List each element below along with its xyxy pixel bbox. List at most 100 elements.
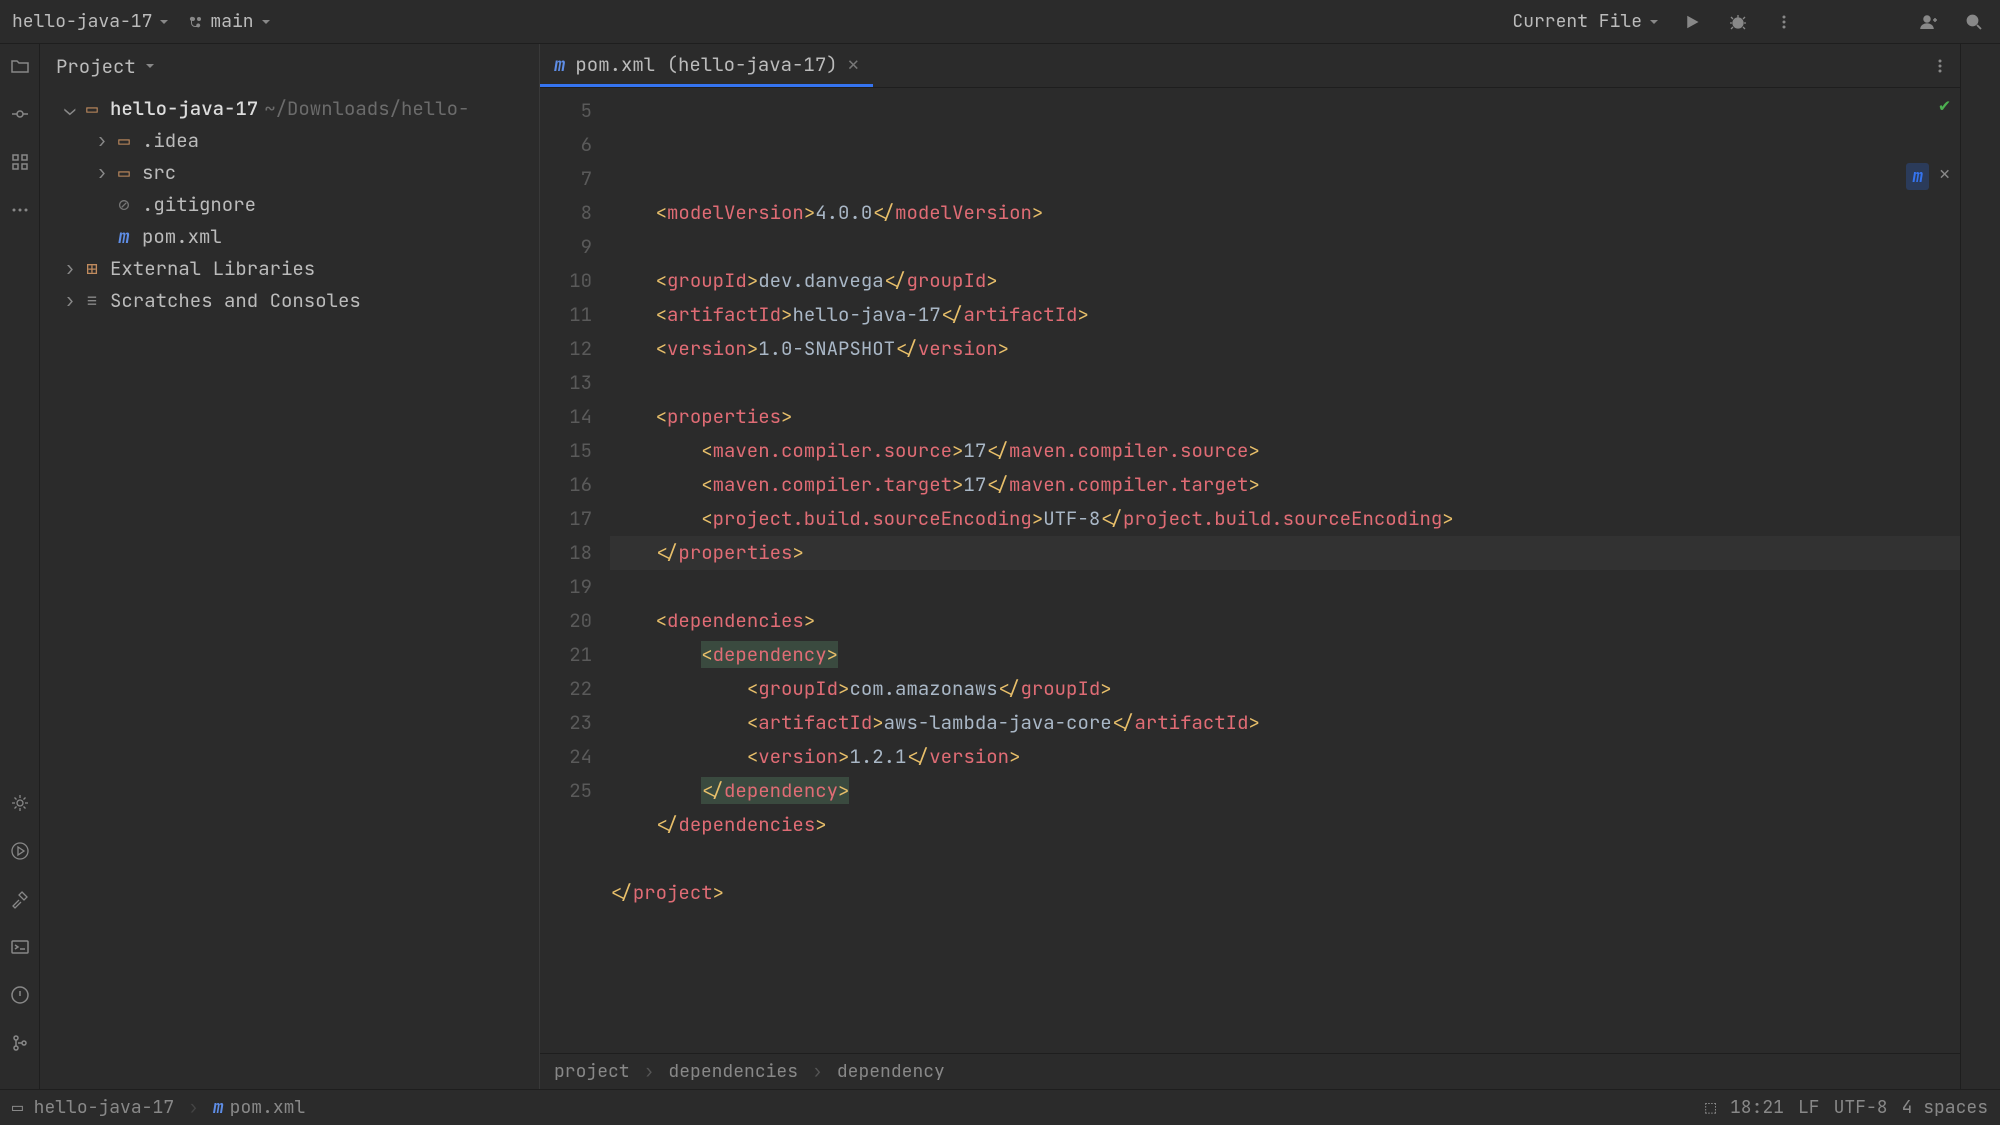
caret-down-icon[interactable]: ⌄ bbox=[60, 96, 80, 121]
warning-icon bbox=[10, 985, 30, 1005]
maven-file-icon: m bbox=[112, 224, 136, 249]
editor-tab-bar: m pom.xml (hello-java-17) ✕ bbox=[540, 44, 1960, 88]
tree-item-label: src bbox=[142, 160, 176, 185]
breadcrumb-item[interactable]: dependencies bbox=[668, 1060, 798, 1083]
chevron-right-icon: › bbox=[188, 1096, 199, 1119]
right-tool-rail bbox=[1960, 44, 2000, 1089]
git-branch-dropdown[interactable]: main bbox=[188, 10, 271, 33]
tree-root-path: ~/Downloads/hello- bbox=[264, 96, 469, 121]
ignore-file-icon: ⊘ bbox=[112, 192, 136, 217]
tree-item-label: External Libraries bbox=[110, 256, 315, 281]
search-icon bbox=[1965, 13, 1983, 31]
project-name-label: hello-java-17 bbox=[12, 10, 152, 33]
branch-name-label: main bbox=[210, 10, 253, 33]
ellipsis-icon bbox=[11, 201, 29, 219]
branch-icon bbox=[188, 14, 204, 30]
search-everywhere-button[interactable] bbox=[1960, 8, 1988, 36]
tree-item-label: .idea bbox=[142, 128, 199, 153]
breadcrumb-item[interactable]: project bbox=[554, 1060, 630, 1083]
project-panel-header[interactable]: Project bbox=[40, 44, 539, 88]
tree-external-libs[interactable]: › ⊞ External Libraries bbox=[40, 252, 539, 284]
tree-file-pom[interactable]: m pom.xml bbox=[40, 220, 539, 252]
status-project-label[interactable]: ▭ hello-java-17 bbox=[12, 1096, 174, 1119]
terminal-icon bbox=[10, 937, 30, 957]
chevron-down-icon bbox=[1648, 16, 1660, 28]
folder-icon: ▭ bbox=[112, 128, 136, 153]
caret-right-icon[interactable]: › bbox=[60, 256, 80, 281]
more-tool-button[interactable] bbox=[8, 198, 32, 222]
project-tool-button[interactable] bbox=[8, 54, 32, 78]
problems-tool-button[interactable] bbox=[8, 983, 32, 1007]
git-icon bbox=[10, 1033, 30, 1053]
chevron-down-icon bbox=[158, 16, 170, 28]
more-actions-button[interactable] bbox=[1770, 8, 1798, 36]
chevron-down-icon bbox=[260, 16, 272, 28]
run-button[interactable] bbox=[1678, 8, 1706, 36]
indent-setting[interactable]: 4 spaces bbox=[1902, 1096, 1988, 1119]
project-panel-title: Project bbox=[56, 54, 136, 79]
chevron-down-icon bbox=[144, 60, 156, 72]
file-encoding[interactable]: UTF-8 bbox=[1834, 1096, 1888, 1119]
breadcrumb-item[interactable]: dependency bbox=[837, 1060, 945, 1083]
chevron-right-icon: › bbox=[812, 1060, 823, 1083]
folder-icon: ▭ bbox=[112, 160, 136, 185]
maven-file-icon: m bbox=[554, 52, 565, 77]
tree-file-gitignore[interactable]: ⊘ .gitignore bbox=[40, 188, 539, 220]
run-tool-button[interactable] bbox=[8, 839, 32, 863]
play-circle-icon bbox=[10, 841, 30, 861]
tree-item-label: Scratches and Consoles bbox=[110, 288, 361, 313]
tree-root-label: hello-java-17 bbox=[110, 96, 258, 121]
project-dropdown[interactable]: hello-java-17 bbox=[12, 10, 170, 33]
tree-item-label: .gitignore bbox=[142, 192, 256, 217]
folder-icon bbox=[10, 56, 30, 76]
folder-icon: ▭ bbox=[80, 96, 104, 121]
terminal-tool-button[interactable] bbox=[8, 935, 32, 959]
status-file-label[interactable]: mpom.xml bbox=[213, 1096, 305, 1119]
tab-filename: pom.xml (hello-java-17) bbox=[575, 52, 837, 77]
left-tool-rail bbox=[0, 44, 40, 1089]
code-editor[interactable]: 5678910111213141516171819202122232425 <m… bbox=[540, 88, 1960, 1053]
maven-reload-icon[interactable]: m bbox=[1906, 163, 1929, 190]
debug-button[interactable] bbox=[1724, 8, 1752, 36]
analysis-ok-icon[interactable]: ✔ bbox=[1939, 94, 1950, 117]
tree-folder-src[interactable]: › ▭ src bbox=[40, 156, 539, 188]
gear-tool-button[interactable] bbox=[8, 791, 32, 815]
editor-area: m pom.xml (hello-java-17) ✕ 567891011121… bbox=[540, 44, 1960, 1089]
code-content[interactable]: <modelVersion>4.0.0</modelVersion> <grou… bbox=[610, 88, 1960, 1053]
caret-right-icon[interactable]: › bbox=[60, 288, 80, 313]
project-tree[interactable]: ⌄ ▭ hello-java-17 ~/Downloads/hello- › ▭… bbox=[40, 88, 539, 1089]
project-panel: Project ⌄ ▭ hello-java-17 ~/Downloads/he… bbox=[40, 44, 540, 1089]
build-tool-button[interactable] bbox=[8, 887, 32, 911]
tree-root[interactable]: ⌄ ▭ hello-java-17 ~/Downloads/hello- bbox=[40, 92, 539, 124]
bug-icon bbox=[1729, 13, 1747, 31]
structure-tool-button[interactable] bbox=[8, 150, 32, 174]
close-notification-button[interactable]: ✕ bbox=[1939, 163, 1950, 190]
hammer-icon bbox=[10, 889, 30, 909]
top-toolbar: hello-java-17 main Current File bbox=[0, 0, 2000, 44]
structure-icon bbox=[10, 152, 30, 172]
commit-icon bbox=[10, 104, 30, 124]
editor-tab-active[interactable]: m pom.xml (hello-java-17) ✕ bbox=[540, 44, 873, 87]
lock-icon[interactable]: ⬚ bbox=[1705, 1096, 1716, 1119]
tab-options-button[interactable] bbox=[1920, 44, 1960, 87]
close-tab-button[interactable]: ✕ bbox=[848, 52, 859, 77]
editor-breadcrumb: project › dependencies › dependency bbox=[540, 1053, 1960, 1089]
kebab-icon bbox=[1776, 14, 1792, 30]
main-area: Project ⌄ ▭ hello-java-17 ~/Downloads/he… bbox=[0, 44, 2000, 1089]
commit-tool-button[interactable] bbox=[8, 102, 32, 126]
code-with-me-button[interactable] bbox=[1914, 8, 1942, 36]
line-gutter: 5678910111213141516171819202122232425 bbox=[540, 88, 610, 1053]
caret-right-icon[interactable]: › bbox=[92, 160, 112, 185]
caret-right-icon[interactable]: › bbox=[92, 128, 112, 153]
run-config-dropdown[interactable]: Current File bbox=[1512, 10, 1660, 33]
line-separator[interactable]: LF bbox=[1798, 1096, 1820, 1119]
editor-markers: ✔ m ✕ bbox=[1906, 94, 1950, 190]
tree-scratches[interactable]: › ≡ Scratches and Consoles bbox=[40, 284, 539, 316]
tree-folder-idea[interactable]: › ▭ .idea bbox=[40, 124, 539, 156]
cursor-position[interactable]: 18:21 bbox=[1730, 1096, 1784, 1119]
status-bar: ▭ hello-java-17 › mpom.xml ⬚ 18:21 LF UT… bbox=[0, 1089, 2000, 1125]
play-icon bbox=[1684, 14, 1700, 30]
scratch-icon: ≡ bbox=[80, 288, 104, 313]
gear-icon bbox=[10, 793, 30, 813]
vcs-tool-button[interactable] bbox=[8, 1031, 32, 1055]
